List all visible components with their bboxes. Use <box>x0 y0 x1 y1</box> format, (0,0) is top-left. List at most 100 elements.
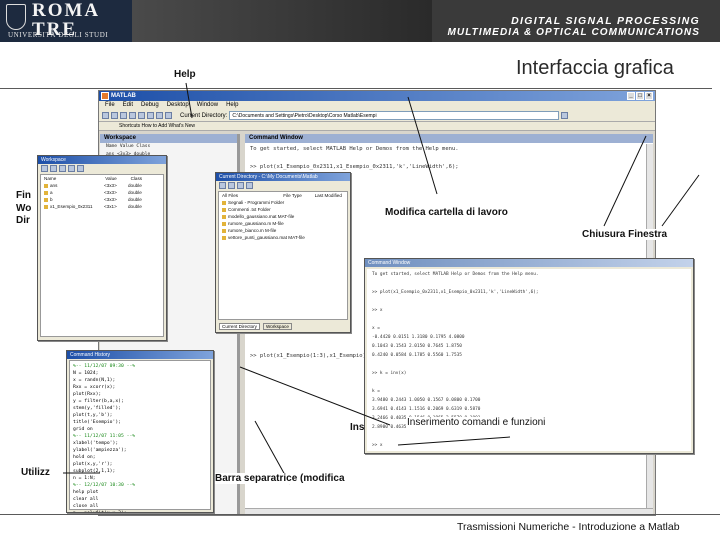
history-entries: %-- 11/12/07 09:30 --% N = 1024; x = randn… <box>70 361 210 512</box>
text-line: subplot(2,1,1); <box>73 469 116 474</box>
table-row[interactable]: ans <3x3> double <box>44 182 163 189</box>
tab-workspace[interactable]: Workspace <box>262 323 292 330</box>
close-icon[interactable]: × <box>645 92 653 100</box>
list-item[interactable]: rumore_bianco.m M-file <box>222 227 347 234</box>
shortcuts-bar[interactable]: Shortcuts How to Add What's New <box>99 122 655 131</box>
banner-background <box>132 0 432 42</box>
list-item[interactable]: rumore_gaussiano.m M-file <box>222 220 347 227</box>
row-class: double <box>128 190 142 195</box>
import-data-icon[interactable] <box>59 165 66 172</box>
new-folder-icon[interactable] <box>228 182 235 189</box>
column-header[interactable]: Class <box>131 176 143 181</box>
minimize-icon[interactable]: _ <box>627 92 635 100</box>
current-directory-field[interactable]: C:\Documents and Settings\Pietro\Desktop… <box>229 111 560 120</box>
table-row[interactable]: b <3x3> double <box>44 196 163 203</box>
text-line: plot(x,y,'r'); <box>73 462 113 467</box>
text-line: k = <box>372 389 380 394</box>
matlab-title: MATLAB <box>111 93 136 99</box>
text-line: >> x <box>372 443 383 448</box>
undo-icon[interactable] <box>147 112 154 119</box>
text-line: 0.4240 0.0584 0.1785 0.5560 1.7535 <box>372 353 462 358</box>
tab-current-directory[interactable]: Current Directory <box>219 323 260 330</box>
matrix-icon <box>44 204 48 209</box>
directory-list-body: All Files File Type Last Modified Segnal… <box>219 192 347 241</box>
simulink-icon[interactable] <box>156 112 163 119</box>
reports-icon[interactable] <box>246 182 253 189</box>
help-icon[interactable] <box>165 112 172 119</box>
up-folder-icon[interactable] <box>219 182 226 189</box>
ins-annotation-clipped: Ins <box>350 422 365 433</box>
row-value: <3x1> <box>104 204 117 209</box>
slide-title: Interfaccia grafica <box>516 57 674 79</box>
command-pane-header: Command Window <box>245 134 653 143</box>
text-line: ylabel('ampiezza'); <box>73 448 127 453</box>
workspace-pane-header: Workspace <box>100 134 237 143</box>
list-item[interactable]: modello_gaussiano.mat MAT-file <box>222 213 347 220</box>
find-files-icon[interactable] <box>237 182 244 189</box>
window-controls: _ □ × <box>627 92 653 100</box>
university-crest-icon <box>6 4 26 30</box>
text-line: title('Esempio'); <box>73 420 121 425</box>
row-value: <3x3> <box>104 197 117 202</box>
column-header[interactable]: Value <box>105 175 129 182</box>
copy-icon[interactable] <box>129 112 136 119</box>
save-workspace-icon[interactable] <box>68 165 75 172</box>
column-header[interactable]: File Type <box>283 192 313 199</box>
open-file-icon[interactable] <box>111 112 118 119</box>
maximize-icon[interactable]: □ <box>636 92 644 100</box>
directory-toolbar <box>216 181 350 190</box>
text-line: p = polyfit(x,y,3); <box>73 510 207 512</box>
list-item: Name Value Class <box>106 144 151 149</box>
workspace-window: Workspace Name Value Class ans <3x3> doubl… <box>37 155 167 341</box>
row-name: ans <box>50 183 58 188</box>
paste-icon[interactable] <box>138 112 145 119</box>
file-entry: Segnali - Programmi Folder <box>228 200 285 205</box>
menu-edit[interactable]: Edit <box>123 101 133 110</box>
open-variable-icon[interactable] <box>50 165 57 172</box>
folder-icon <box>222 200 226 205</box>
chiusura-annotation: Chiusura Finestra <box>582 229 668 240</box>
table-row[interactable]: a <3x3> double <box>44 189 163 196</box>
current-dir-label: Current Directory: <box>180 112 228 119</box>
menu-file[interactable]: File <box>105 101 115 110</box>
column-header[interactable]: All Files <box>222 192 282 199</box>
file-entry: rumore_gaussiano.m M-file <box>228 221 284 226</box>
column-header[interactable]: Last Modified <box>315 193 342 198</box>
banner-line-2: MULTIMEDIA & OPTICAL COMMUNICATIONS <box>447 27 700 38</box>
text-line: >> x <box>372 308 383 313</box>
list-item[interactable]: vettore_punti_gaussiano.mat MAT-file <box>222 234 347 241</box>
m-file-icon <box>222 221 226 226</box>
text-line: %-- 11/12/07 11:05 --% <box>73 434 136 439</box>
new-file-icon[interactable] <box>102 112 109 119</box>
file-entry: vettore_punti_gaussiano.mat MAT-file <box>228 235 305 240</box>
text-line <box>372 451 686 453</box>
row-name: b <box>50 197 53 202</box>
menu-debug[interactable]: Debug <box>141 101 159 110</box>
browse-folder-icon[interactable] <box>561 112 569 119</box>
utilizzo-annotation: Utilizz <box>21 467 50 478</box>
list-item[interactable]: Segnali - Programmi Folder <box>222 199 347 206</box>
text-line <box>250 154 648 163</box>
delete-variable-icon[interactable] <box>77 165 84 172</box>
header-banner: ROMA TRE UNIVERSITÀ DEGLI STUDI DIGITAL … <box>0 0 720 42</box>
text-line: n = 1:N; <box>73 476 96 481</box>
barra-annotation: Barra separatrice (modifica <box>215 473 345 484</box>
table-row[interactable]: x1_Esempio_0x2311 <3x1> double <box>44 203 163 210</box>
file-entry: rumore_bianco.m M-file <box>228 228 277 233</box>
list-item[interactable]: Commenti .txt Folder <box>222 206 347 213</box>
text-line: hold on; <box>73 455 96 460</box>
row-value: <3x3> <box>104 190 117 195</box>
text-line: x = <box>372 326 380 331</box>
table-header: Name Value Class <box>44 175 163 182</box>
new-variable-icon[interactable] <box>41 165 48 172</box>
row-class: double <box>128 204 142 209</box>
text-line: To get started, select MATLAB Help or De… <box>372 272 539 277</box>
menu-help[interactable]: Help <box>226 101 238 110</box>
folder-icon <box>222 207 226 212</box>
row-class: double <box>128 197 142 202</box>
column-header[interactable]: Name <box>44 175 104 182</box>
text-line: 3.9480 0.2443 1.0050 0.1567 0.0800 0.170… <box>372 398 481 403</box>
cut-icon[interactable] <box>120 112 127 119</box>
directory-window-title: Current Directory - C:\My Documents\Matl… <box>216 173 350 181</box>
m-file-icon <box>222 228 226 233</box>
